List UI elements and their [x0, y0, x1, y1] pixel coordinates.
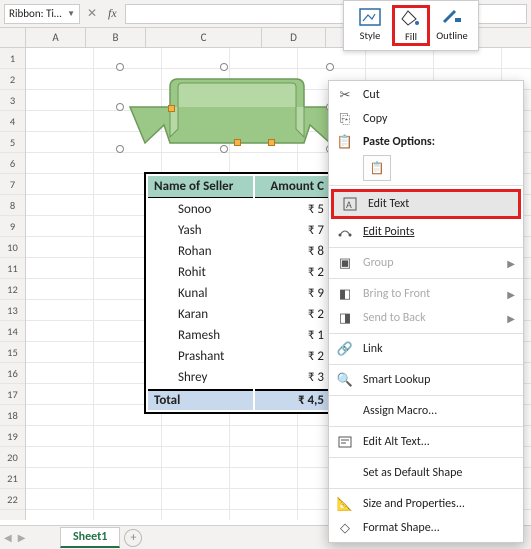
table-row: Rohan₹ 8 — [148, 242, 330, 261]
shape-format-toolbar: Style Fill Outline — [343, 0, 479, 51]
name-box-value: Ribbon: Ti… — [9, 7, 62, 20]
format-shape-icon: ◇ — [337, 520, 353, 536]
row-header[interactable]: 20 — [0, 447, 25, 468]
add-sheet-button[interactable]: + — [124, 529, 142, 547]
chevron-down-icon: ▼ — [67, 9, 75, 19]
row-header[interactable]: 12 — [0, 279, 25, 300]
clipboard-icon: 📋 — [370, 161, 385, 176]
ctx-size-properties[interactable]: 📐 Size and Properties... — [329, 492, 523, 516]
context-menu: ✂ Cut ⎘ Copy 📋 Paste Options: 📋 A Edit T… — [328, 80, 524, 543]
table-row: Ramesh₹ 1 — [148, 326, 330, 345]
row-header[interactable]: 14 — [0, 321, 25, 342]
ctx-cut[interactable]: ✂ Cut — [329, 83, 523, 107]
table-row: Prashant₹ 2 — [148, 347, 330, 366]
fill-label: Fill — [405, 30, 417, 43]
row-header[interactable]: 8 — [0, 195, 25, 216]
table-row: Rohit₹ 2 — [148, 263, 330, 282]
cut-icon: ✂ — [337, 87, 353, 103]
style-button[interactable]: Style — [350, 5, 390, 46]
row-header[interactable]: 19 — [0, 426, 25, 447]
style-icon — [358, 7, 382, 27]
table-row: Karan₹ 2 — [148, 305, 330, 324]
table-row: Shrey₹ 3 — [148, 368, 330, 387]
outline-label: Outline — [436, 29, 468, 42]
col-header[interactable]: C — [146, 28, 262, 47]
ctx-bring-front: ◧ Bring to Front ▶ — [329, 282, 523, 306]
tab-prev-icon[interactable]: ◀ — [4, 531, 12, 544]
paste-icon: 📋 — [337, 134, 353, 150]
size-props-icon: 📐 — [337, 496, 353, 512]
chevron-right-icon: ▶ — [507, 288, 515, 301]
row-header[interactable]: 18 — [0, 405, 25, 426]
chevron-right-icon: ▶ — [507, 312, 515, 325]
row-header[interactable]: 6 — [0, 153, 25, 174]
row-header[interactable]: 2 — [0, 69, 25, 90]
cancel-formula-icon[interactable]: ✕ — [84, 6, 100, 22]
row-header[interactable]: 7 — [0, 174, 25, 195]
table-header: Name of Seller — [148, 176, 253, 198]
alt-text-icon — [337, 434, 353, 450]
outline-button[interactable]: Outline — [432, 5, 472, 46]
col-header[interactable]: A — [26, 28, 86, 47]
row-header[interactable]: 11 — [0, 258, 25, 279]
col-header[interactable]: B — [86, 28, 146, 47]
ctx-smart-lookup[interactable]: 🔍 Smart Lookup — [329, 368, 523, 392]
ctx-assign-macro[interactable]: Assign Macro... — [329, 399, 523, 423]
table-row: Yash₹ 7 — [148, 221, 330, 240]
fill-icon — [399, 8, 423, 28]
data-table: Name of Seller Amount C Sonoo₹ 5 Yash₹ 7… — [144, 172, 334, 414]
row-header[interactable]: 17 — [0, 384, 25, 405]
row-header[interactable]: 21 — [0, 468, 25, 489]
ctx-group: ▣ Group ▶ — [329, 251, 523, 275]
row-header[interactable]: 13 — [0, 300, 25, 321]
send-back-icon: ◨ — [337, 310, 353, 326]
ctx-paste-options-header: 📋 Paste Options: — [329, 131, 523, 153]
table-header: Amount C — [255, 176, 330, 198]
style-label: Style — [360, 29, 381, 42]
ctx-set-default-shape[interactable]: Set as Default Shape — [329, 461, 523, 485]
row-headers: 1 2 3 4 5 6 7 8 9 10 11 12 13 14 15 16 1… — [0, 48, 26, 520]
edit-points-icon — [337, 224, 353, 240]
table-row: Sonoo₹ 5 — [148, 200, 330, 219]
plus-icon: + — [130, 531, 136, 545]
row-header[interactable]: 5 — [0, 132, 25, 153]
ctx-edit-points[interactable]: Edit Points — [329, 220, 523, 244]
row-header[interactable]: 16 — [0, 363, 25, 384]
outline-icon — [440, 7, 464, 27]
ctx-edit-text[interactable]: A Edit Text — [334, 192, 518, 216]
row-header[interactable]: 4 — [0, 111, 25, 132]
table-total-row: Total ₹ 4,5 — [148, 389, 330, 410]
name-box[interactable]: Ribbon: Ti… ▼ — [4, 4, 80, 24]
edit-text-icon: A — [342, 196, 358, 212]
ctx-copy[interactable]: ⎘ Copy — [329, 107, 523, 131]
smart-lookup-icon: 🔍 — [337, 372, 353, 388]
ctx-format-shape[interactable]: ◇ Format Shape... — [329, 516, 523, 540]
row-header[interactable]: 15 — [0, 342, 25, 363]
ribbon-shape[interactable] — [120, 67, 334, 151]
sheet-tab[interactable]: Sheet1 — [60, 527, 120, 548]
group-icon: ▣ — [337, 255, 353, 271]
tab-nav[interactable]: ◀ ▶ — [4, 531, 25, 544]
fx-icon[interactable]: fx — [108, 6, 117, 21]
link-icon: 🔗 — [337, 341, 353, 357]
copy-icon: ⎘ — [337, 111, 353, 127]
chevron-right-icon: ▶ — [507, 257, 515, 270]
ctx-edit-alt-text[interactable]: Edit Alt Text... — [329, 430, 523, 454]
row-header[interactable]: 9 — [0, 216, 25, 237]
table-row: Kunal₹ 9 — [148, 284, 330, 303]
row-header[interactable]: 3 — [0, 90, 25, 111]
ctx-link[interactable]: 🔗 Link — [329, 337, 523, 361]
fill-button[interactable]: Fill — [392, 5, 430, 46]
row-header[interactable]: 1 — [0, 48, 25, 69]
row-header[interactable]: 10 — [0, 237, 25, 258]
bring-front-icon: ◧ — [337, 286, 353, 302]
ctx-paste-default[interactable]: 📋 — [363, 155, 391, 181]
ctx-send-back: ◨ Send to Back ▶ — [329, 306, 523, 330]
col-header[interactable]: D — [262, 28, 326, 47]
tab-next-icon[interactable]: ▶ — [18, 531, 26, 544]
row-header[interactable]: 22 — [0, 489, 25, 510]
svg-text:A: A — [346, 198, 352, 211]
